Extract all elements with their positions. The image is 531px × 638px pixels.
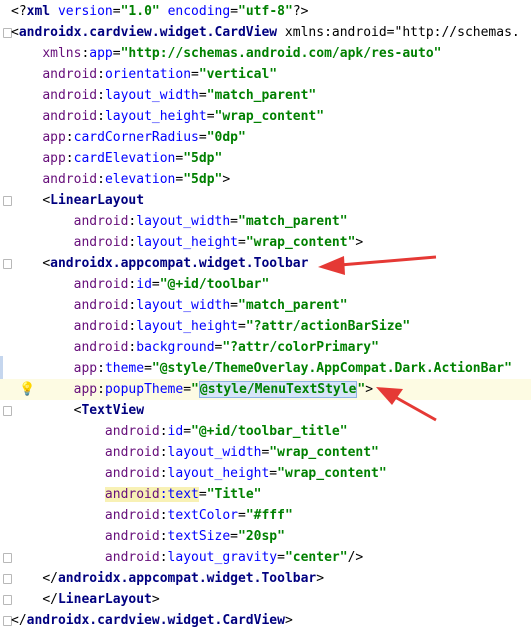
code-line[interactable]: android:layout_height="wrap_content">: [0, 232, 531, 253]
code-line[interactable]: android:textColor="#fff": [0, 505, 531, 526]
code-text: android:id="@+id/toolbar": [73, 277, 270, 292]
code-text: <androidx.cardview.widget.CardView xmlns…: [11, 25, 520, 40]
code-text: xmlns:app="http://schemas.android.com/ap…: [42, 46, 442, 61]
code-line[interactable]: app:theme="@style/ThemeOverlay.AppCompat…: [0, 358, 531, 379]
code-text: android:layout_gravity="center"/>: [104, 550, 364, 565]
code-text: </androidx.appcompat.widget.Toolbar>: [42, 571, 325, 586]
code-line[interactable]: </androidx.cardview.widget.CardView>: [0, 610, 531, 631]
code-text: app:cardCornerRadius="0dp": [42, 130, 246, 145]
code-text: android:textColor="#fff": [104, 508, 293, 523]
code-text: android:orientation="vertical": [42, 67, 278, 82]
code-line[interactable]: android:layout_width="wrap_content": [0, 442, 531, 463]
code-text: </LinearLayout>: [42, 592, 160, 607]
code-text: android:background="?attr/colorPrimary": [73, 340, 379, 355]
code-line[interactable]: android:orientation="vertical": [0, 64, 531, 85]
code-line[interactable]: android:layout_width="match_parent": [0, 211, 531, 232]
code-line[interactable]: android:textSize="20sp": [0, 526, 531, 547]
code-line[interactable]: android:text="Title": [0, 484, 531, 505]
code-text: android:layout_width="wrap_content": [104, 445, 379, 460]
code-line[interactable]: android:layout_width="match_parent": [0, 85, 531, 106]
code-text: android:layout_width="match_parent": [73, 214, 348, 229]
code-text: app:theme="@style/ThemeOverlay.AppCompat…: [73, 361, 512, 376]
code-line[interactable]: <?xml version="1.0" encoding="utf-8"?>: [0, 1, 531, 22]
code-line[interactable]: app:cardCornerRadius="0dp": [0, 127, 531, 148]
code-text: <TextView: [73, 403, 145, 418]
code-text: android:layout_height="wrap_content": [42, 109, 325, 124]
code-text: android:id="@+id/toolbar_title": [104, 424, 348, 439]
code-line[interactable]: android:layout_width="match_parent": [0, 295, 531, 316]
code-text: <?xml version="1.0" encoding="utf-8"?>: [11, 4, 309, 19]
code-text: android:text="Title": [104, 487, 262, 502]
code-text: android:layout_height="?attr/actionBarSi…: [73, 319, 411, 334]
code-text: android:elevation="5dp">: [42, 172, 231, 187]
code-text: android:layout_width="match_parent": [73, 298, 348, 313]
code-line[interactable]: android:layout_height="wrap_content": [0, 106, 531, 127]
code-text: <LinearLayout: [42, 193, 145, 208]
code-line[interactable]: android:layout_height="wrap_content": [0, 463, 531, 484]
code-line[interactable]: 💡 app:popupTheme="@style/MenuTextStyle">: [0, 379, 531, 400]
code-line[interactable]: <LinearLayout: [0, 190, 531, 211]
code-line[interactable]: <androidx.cardview.widget.CardView xmlns…: [0, 22, 531, 43]
code-line[interactable]: <TextView: [0, 400, 531, 421]
code-editor[interactable]: <?xml version="1.0" encoding="utf-8"?> <a…: [0, 0, 531, 638]
code-text: app:popupTheme="@style/MenuTextStyle">: [73, 381, 374, 398]
code-line[interactable]: android:background="?attr/colorPrimary": [0, 337, 531, 358]
code-line[interactable]: android:elevation="5dp">: [0, 169, 531, 190]
code-line[interactable]: android:id="@+id/toolbar_title": [0, 421, 531, 442]
code-text: android:layout_height="wrap_content">: [73, 235, 364, 250]
code-text: app:cardElevation="5dp": [42, 151, 223, 166]
code-line[interactable]: android:layout_height="?attr/actionBarSi…: [0, 316, 531, 337]
code-line[interactable]: </androidx.appcompat.widget.Toolbar>: [0, 568, 531, 589]
code-line[interactable]: app:cardElevation="5dp": [0, 148, 531, 169]
code-text: android:textSize="20sp": [104, 529, 285, 544]
code-text: </androidx.cardview.widget.CardView>: [11, 613, 293, 628]
code-line[interactable]: xmlns:app="http://schemas.android.com/ap…: [0, 43, 531, 64]
code-text: android:layout_height="wrap_content": [104, 466, 387, 481]
code-text: android:layout_width="match_parent": [42, 88, 317, 103]
code-text: <androidx.appcompat.widget.Toolbar: [42, 256, 309, 271]
code-line[interactable]: </LinearLayout>: [0, 589, 531, 610]
code-line[interactable]: android:id="@+id/toolbar": [0, 274, 531, 295]
code-line[interactable]: android:layout_gravity="center"/>: [0, 547, 531, 568]
code-line[interactable]: <androidx.appcompat.widget.Toolbar: [0, 253, 531, 274]
